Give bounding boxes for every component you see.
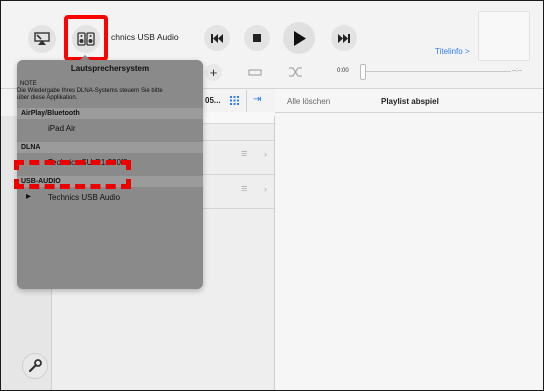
chevron-right-icon[interactable]: ›	[264, 184, 267, 194]
list-header-title: 05...	[205, 96, 221, 105]
play-icon	[293, 30, 306, 46]
playlist-pane	[275, 88, 543, 390]
section-airplay: AirPlay/Bluetooth	[17, 108, 203, 119]
previous-track-icon	[211, 33, 223, 43]
wrench-icon	[28, 359, 42, 373]
popup-item-ipad[interactable]: iPad Air	[48, 124, 76, 133]
usb-audio-highlight	[14, 160, 131, 189]
elapsed-time: 0:00	[337, 68, 349, 74]
play-button[interactable]	[283, 22, 315, 54]
stop-button[interactable]	[244, 25, 270, 51]
add-icon: +	[209, 65, 218, 80]
header-separator	[246, 90, 247, 112]
settings-button[interactable]	[22, 353, 48, 379]
stop-icon	[253, 34, 261, 42]
previous-track-button[interactable]	[204, 25, 230, 51]
remaining-time: --:--	[512, 68, 522, 74]
chevron-right-icon[interactable]: ›	[264, 149, 267, 159]
delete-all-button[interactable]: Alle löschen	[287, 97, 330, 106]
play-playlist-button[interactable]: Playlist abspiel	[381, 97, 439, 106]
popup-title: Lautsprechersystem	[70, 64, 150, 73]
note-text-line2: über diese Applikation.	[17, 95, 78, 101]
grid-view-icon[interactable]	[230, 96, 239, 105]
note-text-line1: Die Wiedergabe Ihres DLNA-Systems steuer…	[17, 88, 163, 94]
next-track-icon	[338, 33, 350, 43]
album-art	[478, 11, 530, 61]
note-label: NOTE	[20, 81, 37, 87]
airplay-speaker-icon	[34, 32, 50, 45]
seek-slider-thumb[interactable]	[360, 64, 366, 80]
divider	[275, 112, 543, 113]
shuffle-icon[interactable]	[288, 66, 304, 78]
airplay-speaker-button[interactable]	[28, 25, 56, 53]
add-button[interactable]: +	[205, 64, 222, 81]
selected-checkmark-icon: ▸	[26, 191, 32, 202]
section-dlna: DLNA	[17, 142, 203, 153]
seek-slider-track[interactable]	[366, 71, 511, 72]
next-track-button[interactable]	[331, 25, 357, 51]
device-name: chnics USB Audio	[111, 32, 179, 42]
titleinfo-link[interactable]: Titelinfo >	[435, 47, 470, 56]
repeat-icon[interactable]	[247, 67, 263, 77]
reorder-handle[interactable]: ≡	[241, 148, 247, 160]
play-next-icon[interactable]: ⇥	[253, 94, 261, 105]
popup-item-usb-device[interactable]: Technics USB Audio	[48, 193, 120, 202]
reorder-handle[interactable]: ≡	[241, 183, 247, 195]
